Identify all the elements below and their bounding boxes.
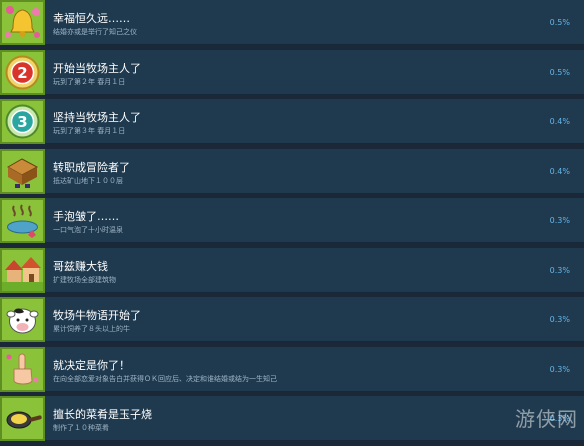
site-watermark: 游侠网 — [515, 407, 578, 431]
pointing-hand-icon — [0, 346, 45, 392]
achievement-title: 坚持当牧场主人了 — [53, 111, 141, 124]
achievement-percent: 0.4% — [549, 117, 570, 126]
number-3-badge-icon: 3 — [0, 99, 45, 144]
cow-icon — [0, 297, 45, 342]
achievement-title: 开始当牧场主人了 — [53, 61, 141, 75]
svg-text:2: 2 — [17, 64, 27, 82]
achievement-row: 2 开始当牧场主人了 玩到了第２年 春月１日 0.5% — [0, 49, 584, 95]
achievement-title: 擅长的菜肴是玉子烧 — [53, 408, 152, 421]
achievement-description: 累计饲养了８头以上的牛 — [53, 325, 130, 333]
hot-spring-icon — [0, 198, 45, 243]
achievement-percent: 0.5% — [549, 18, 570, 27]
achievement-percent: 0.3% — [549, 265, 570, 275]
number-2-badge-icon: 2 — [0, 49, 45, 95]
achievement-title: 转职成冒险者了 — [53, 160, 130, 174]
achievement-row: 擅长的菜肴是玉子烧 制作了１０种菜肴 0.3% — [0, 396, 584, 441]
achievement-description: 玩到了第２年 春月１日 — [53, 77, 126, 86]
achievement-list: 幸福恒久远…… 结婚亦或是举行了知己之仪 0.5% 2 开始当牧场主人了 玩到了… — [0, 0, 584, 446]
achievement-description: 扩建牧场全部建筑物 — [53, 275, 116, 284]
frying-pan-icon — [0, 396, 45, 441]
achievement-title: 手泡皱了…… — [53, 210, 119, 223]
achievement-row: 转职成冒险者了 抵达矿山地下１００层 0.4% — [0, 148, 584, 194]
achievement-title: 幸福恒久远…… — [53, 12, 130, 25]
achievement-description: 抵达矿山地下１００层 — [53, 176, 123, 185]
achievement-row: 3 坚持当牧场主人了 玩到了第３年 春月１日 0.4% — [0, 99, 584, 144]
achievement-row: 幸福恒久远…… 结婚亦或是举行了知己之仪 0.5% — [0, 0, 584, 45]
bell-icon — [0, 0, 45, 45]
svg-text:3: 3 — [17, 113, 27, 131]
mine-crate-icon — [0, 148, 45, 194]
achievement-title: 就决定是你了！ — [53, 358, 130, 372]
achievement-row: 哥兹赚大钱 扩建牧场全部建筑物 0.3% — [0, 247, 584, 293]
achievement-title: 牧场牛物语开始了 — [53, 309, 141, 322]
farm-buildings-icon — [0, 247, 45, 293]
achievement-title: 哥兹赚大钱 — [53, 259, 108, 273]
achievement-description: 一口气泡了十小时温泉 — [53, 226, 123, 234]
achievement-percent: 0.3% — [549, 216, 570, 225]
achievement-description: 在向全部恋爱对象告白并获得ＯＫ回应后、决定和谁结婚或结为一生知己 — [53, 374, 277, 383]
achievement-description: 结婚亦或是举行了知己之仪 — [53, 28, 137, 36]
achievement-percent: 0.4% — [549, 166, 570, 176]
achievement-row: 手泡皱了…… 一口气泡了十小时温泉 0.3% — [0, 198, 584, 243]
achievement-row: 就决定是你了！ 在向全部恋爱对象告白并获得ＯＫ回应后、决定和谁结婚或结为一生知己… — [0, 346, 584, 392]
achievement-percent: 0.3% — [549, 364, 570, 374]
achievement-percent: 0.5% — [549, 67, 570, 77]
achievement-description: 玩到了第３年 春月１日 — [53, 127, 126, 135]
achievement-description: 制作了１０种菜肴 — [53, 424, 109, 432]
achievement-row: 牧场牛物语开始了 累计饲养了８头以上的牛 0.3% — [0, 297, 584, 342]
achievement-percent: 0.3% — [549, 315, 570, 324]
